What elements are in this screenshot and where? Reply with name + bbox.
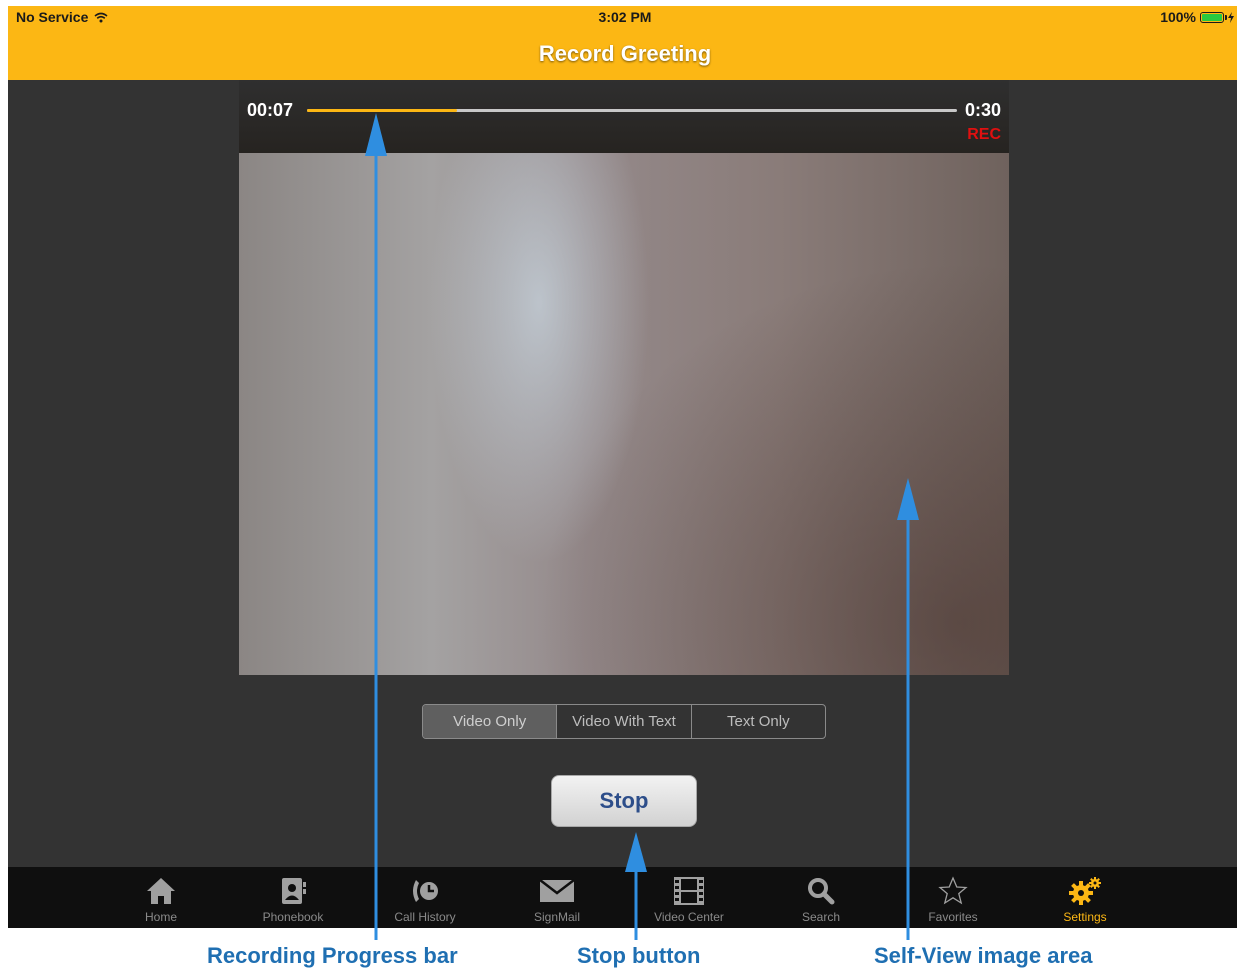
progress-bar-callout: Recording Progress bar xyxy=(207,943,458,968)
self-view-callout: Self-View image area xyxy=(874,943,1093,968)
stop-arrowhead xyxy=(625,832,647,872)
selfview-arrowhead xyxy=(897,478,919,520)
stop-button-callout: Stop button xyxy=(577,943,701,968)
progress-arrowhead xyxy=(365,113,387,156)
annotation-arrows xyxy=(365,113,919,940)
